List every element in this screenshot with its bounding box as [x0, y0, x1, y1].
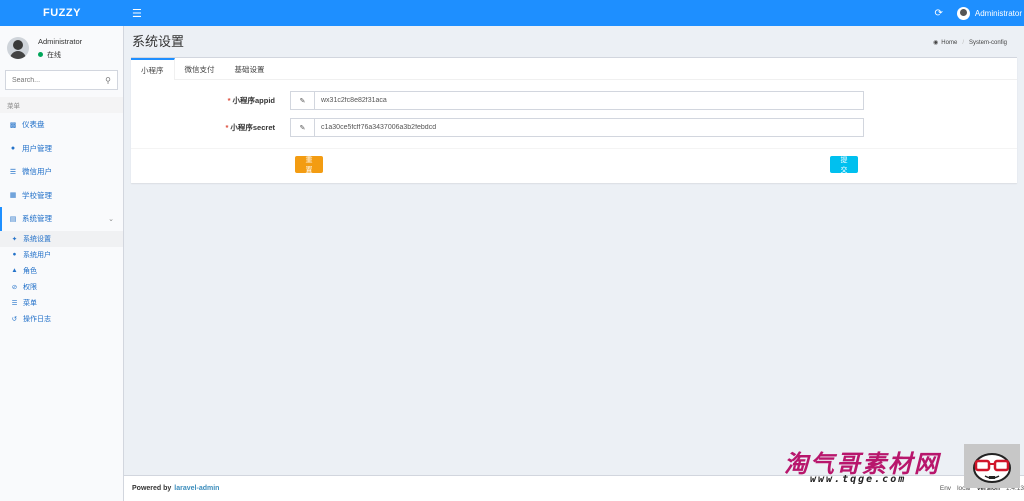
app-logo[interactable]: FUZZY: [0, 0, 124, 26]
secret-field[interactable]: [315, 119, 863, 136]
sidebar-subitem-label: 系统设置: [23, 235, 51, 243]
appid-field[interactable]: [315, 92, 863, 109]
required-mark: *: [227, 96, 231, 105]
user-panel: Administrator 在线: [0, 30, 123, 66]
sidebar-toggle-icon[interactable]: ☰: [132, 7, 142, 20]
appid-input-group: ✎: [290, 91, 864, 110]
required-mark: *: [225, 123, 229, 132]
breadcrumb-current: System-config: [968, 39, 1007, 46]
users-icon: ●: [12, 251, 17, 258]
system-icon: ▤: [9, 215, 17, 223]
submit-button[interactable]: 提交: [830, 156, 858, 174]
breadcrumb-home[interactable]: Home: [941, 40, 957, 46]
watermark-logo-icon: [964, 444, 1020, 488]
sidebar-username: Administrator: [38, 36, 83, 46]
ban-icon: ⊘: [11, 283, 18, 291]
dashboard-icon: ◉: [933, 40, 939, 46]
chevron-down-icon: ⌄: [108, 215, 114, 223]
users-icon: ●: [10, 144, 16, 152]
sidebar-item-wechat-users[interactable]: ☰ 微信用户: [0, 160, 123, 184]
sidebar-subitem-system-settings[interactable]: ✦ 系统设置: [0, 230, 123, 247]
school-icon: ▦: [9, 192, 17, 200]
pencil-icon: ✎: [291, 119, 315, 136]
user-status: 在线: [38, 50, 82, 60]
user-icon: ▲: [11, 267, 18, 274]
sidebar-subitem-system-users[interactable]: ● 系统用户: [0, 247, 123, 263]
form-footer: 重置 提交: [131, 148, 1017, 184]
sidebar-subitem-label: 系统用户: [23, 251, 51, 259]
bar-chart-icon: ▩: [9, 121, 17, 129]
appid-label: * 小程序appid: [131, 95, 275, 106]
breadcrumb-separator: /: [962, 39, 964, 46]
reset-button[interactable]: 重置: [295, 156, 323, 174]
list-icon: ☰: [9, 168, 17, 176]
sidebar-item-label: 用户管理: [22, 143, 52, 153]
wrench-icon: ✦: [11, 235, 18, 243]
avatar: [956, 6, 970, 20]
sidebar-item-label: 学校管理: [22, 190, 52, 200]
content-wrapper: 系统设置 ◉ Home / System-config 小程序 微信支付 基础设…: [124, 26, 1024, 475]
powered-by-text: Powered by: [132, 485, 172, 492]
tab-wechat-pay[interactable]: 微信支付: [175, 58, 225, 80]
online-status-dot-icon: [38, 52, 43, 57]
breadcrumb: ◉ Home / System-config: [933, 39, 1007, 47]
sidebar-subitem-roles[interactable]: ▲ 角色: [0, 263, 123, 279]
watermark-url: www.tqge.com: [810, 474, 907, 485]
settings-box: 小程序 微信支付 基础设置 *小程序appid ✎ *小程序secret ✎ 重…: [131, 57, 1017, 183]
sidebar-item-label: 系统管理: [22, 214, 52, 224]
tab-basic-settings[interactable]: 基础设置: [225, 58, 275, 80]
sidebar-item-label: 仪表盘: [22, 120, 45, 130]
secret-label-text: 小程序secret: [230, 123, 275, 132]
user-menu[interactable]: Administrator: [956, 6, 1022, 20]
sidebar-subitem-operation-log[interactable]: ↺ 操作日志: [0, 311, 123, 327]
tab-mini-program[interactable]: 小程序: [131, 58, 175, 80]
sidebar-item-schools[interactable]: ▦ 学校管理: [0, 184, 123, 208]
sidebar-item-label: 微信用户: [22, 167, 52, 177]
search-icon[interactable]: ⚲: [105, 76, 111, 85]
sidebar-subitem-menu[interactable]: ☰ 菜单: [0, 295, 123, 311]
secret-input-group: ✎: [290, 118, 864, 137]
form-row-secret: * 小程序secret ✎: [131, 118, 1017, 137]
user-status-label: 在线: [47, 51, 61, 59]
sidebar-subitem-label: 菜单: [23, 299, 37, 307]
bars-icon: ☰: [11, 299, 18, 307]
form-row-appid: * 小程序appid ✎: [131, 91, 1017, 110]
sidebar-subitem-permissions[interactable]: ⊘ 权限: [0, 279, 123, 295]
sidebar-item-dashboard[interactable]: ▩ 仪表盘: [0, 113, 123, 137]
search-input[interactable]: [12, 76, 106, 84]
top-username: Administrator: [974, 8, 1022, 18]
watermark: 淘气哥素材网 www.tqge.com: [780, 444, 1024, 492]
sidebar-item-users[interactable]: ● 用户管理: [0, 137, 123, 161]
page-title: 系统设置: [132, 33, 185, 49]
appid-label-text: 小程序appid: [232, 96, 276, 105]
secret-label: * 小程序secret: [131, 122, 275, 133]
sidebar: Administrator 在线 ⚲ 菜单 ▩ 仪表盘 ● 用户管理 ☰ 微信用…: [0, 26, 124, 501]
refresh-icon[interactable]: ⟳: [934, 8, 942, 19]
sidebar-subitem-label: 角色: [23, 267, 37, 275]
settings-tabs: 小程序 微信支付 基础设置: [131, 58, 1017, 80]
history-icon: ↺: [11, 315, 18, 323]
sidebar-item-system[interactable]: ▤ 系统管理 ⌄: [0, 207, 123, 231]
content-header: 系统设置 ◉ Home / System-config: [124, 26, 1024, 54]
top-navbar: FUZZY ☰ ⟳ Administrator: [0, 0, 1024, 26]
sidebar-subitem-label: 操作日志: [23, 315, 51, 323]
sidebar-subitem-label: 权限: [23, 283, 37, 291]
pencil-icon: ✎: [291, 92, 315, 109]
menu-header: 菜单: [0, 97, 123, 113]
sidebar-search: ⚲: [5, 70, 118, 90]
laravel-admin-link[interactable]: laravel-admin: [174, 485, 219, 492]
navbar-right: ⟳ Administrator: [934, 0, 1024, 26]
user-avatar: [7, 37, 29, 59]
